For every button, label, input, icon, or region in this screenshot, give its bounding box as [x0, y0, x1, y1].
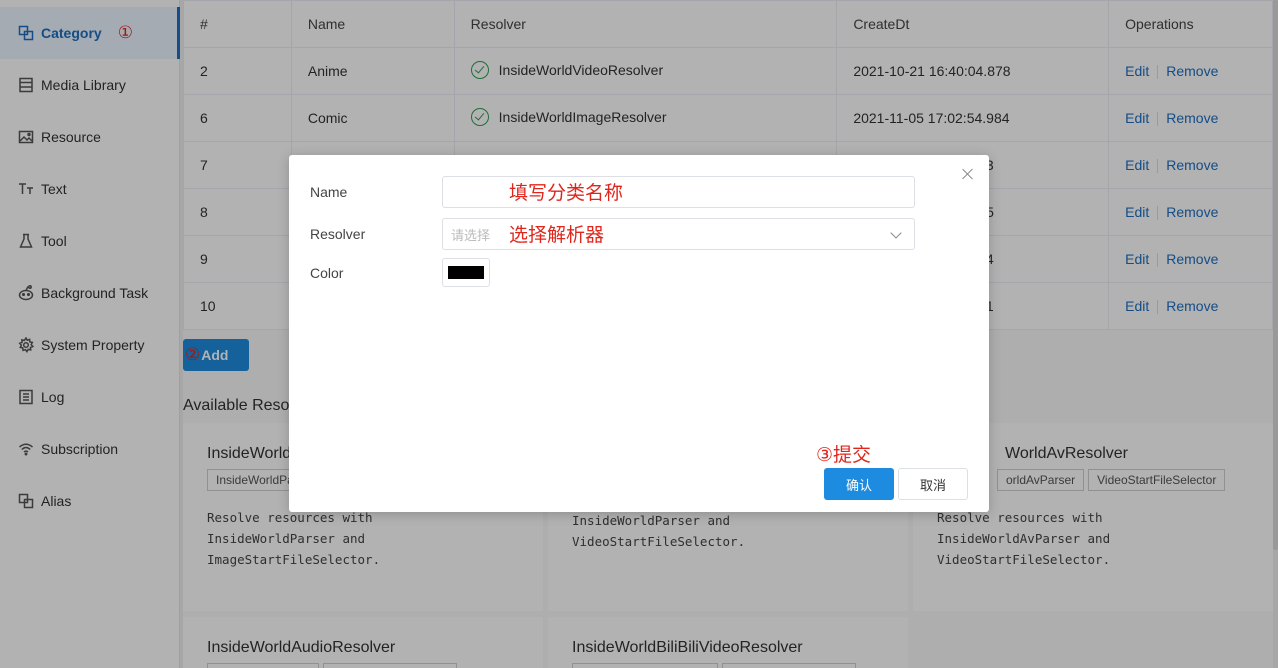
- resolver-select[interactable]: 请选择 选择解析器: [442, 218, 915, 250]
- confirm-button[interactable]: 确认: [824, 468, 894, 500]
- form-row-color: Color: [310, 258, 490, 287]
- name-input[interactable]: 填写分类名称: [442, 176, 915, 208]
- color-label: Color: [310, 264, 344, 281]
- add-category-dialog: Name 填写分类名称 Resolver 请选择 选择解析器 Color ③提交…: [289, 155, 989, 512]
- cancel-button[interactable]: 取消: [898, 468, 968, 500]
- close-icon[interactable]: [961, 167, 975, 181]
- submit-annotation: ③提交: [816, 444, 872, 466]
- scrollbar[interactable]: [1273, 0, 1278, 550]
- resolver-label: Resolver: [310, 226, 366, 242]
- resolver-placeholder: 请选择: [451, 227, 491, 243]
- resolver-annotation: 选择解析器: [509, 224, 605, 246]
- color-swatch: [448, 266, 484, 279]
- chevron-down-icon: [890, 227, 902, 239]
- name-annotation: 填写分类名称: [509, 182, 624, 204]
- form-row-name: Name 填写分类名称: [310, 176, 915, 208]
- color-picker[interactable]: [442, 258, 490, 287]
- name-label: Name: [310, 184, 348, 200]
- form-row-resolver: Resolver 请选择 选择解析器: [310, 218, 915, 250]
